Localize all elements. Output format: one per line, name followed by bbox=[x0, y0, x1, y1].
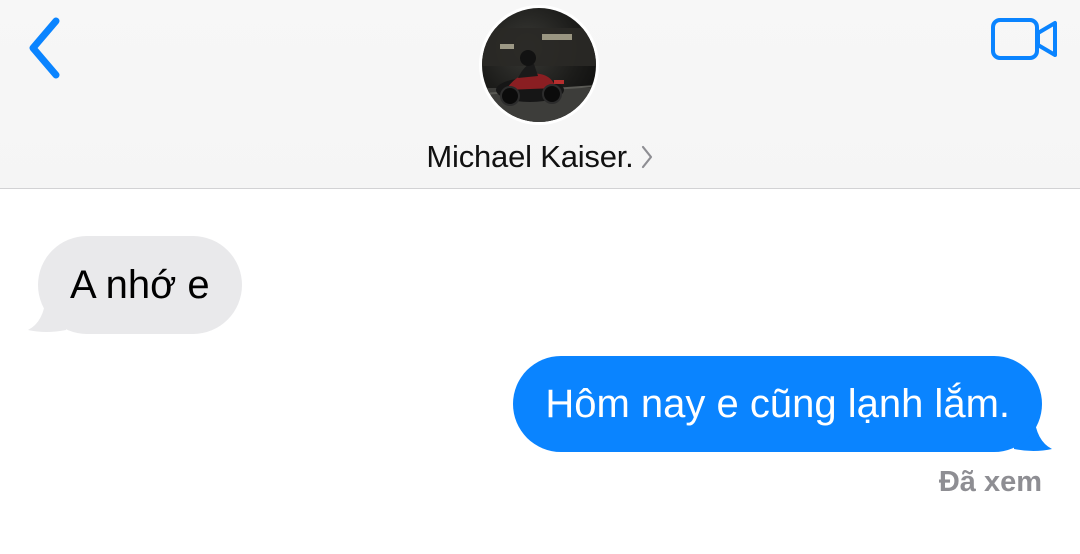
back-button[interactable] bbox=[14, 10, 74, 86]
avatar-photo bbox=[482, 8, 596, 122]
outgoing-message-bubble[interactable]: Hôm nay e cũng lạnh lắm. bbox=[513, 356, 1042, 452]
incoming-message-text: A nhớ e bbox=[70, 263, 210, 307]
chevron-right-icon bbox=[640, 144, 654, 170]
message-thread-screen: Michael Kaiser. A nhớ e Hôm nay e cũng l… bbox=[0, 0, 1080, 554]
video-call-button[interactable] bbox=[988, 14, 1062, 64]
incoming-message-bubble[interactable]: A nhớ e bbox=[38, 236, 242, 334]
video-camera-icon bbox=[991, 18, 1057, 60]
contact-name-link[interactable]: Michael Kaiser. bbox=[0, 136, 1080, 178]
conversation-header: Michael Kaiser. bbox=[0, 0, 1080, 189]
contact-avatar[interactable] bbox=[482, 8, 596, 122]
contact-name: Michael Kaiser. bbox=[426, 139, 634, 174]
outgoing-message-text: Hôm nay e cũng lạnh lắm. bbox=[545, 382, 1010, 426]
chevron-left-icon bbox=[29, 17, 60, 79]
read-receipt: Đã xem bbox=[938, 466, 1042, 498]
